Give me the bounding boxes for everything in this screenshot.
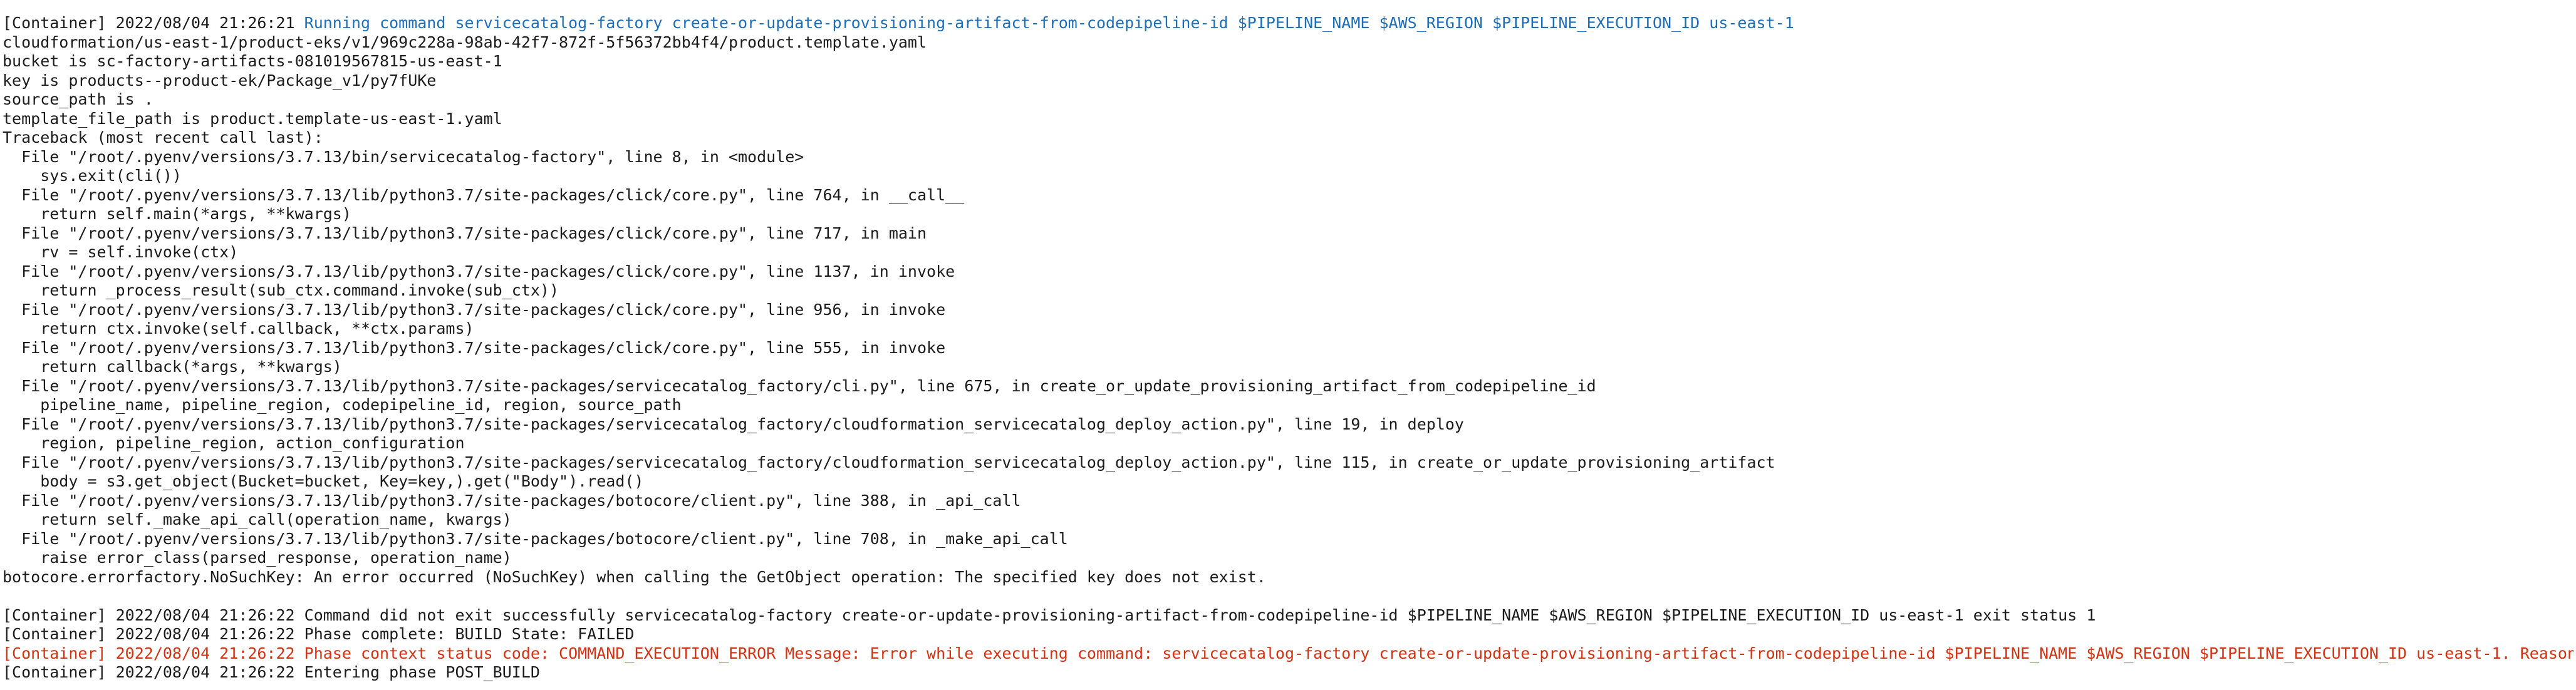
log-line: pipeline_name, pipeline_region, codepipe… <box>3 396 2573 415</box>
log-line: bucket is sc-factory-artifacts-081019567… <box>3 52 2573 71</box>
log-line-text: File "/root/.pyenv/versions/3.7.13/bin/s… <box>3 147 804 166</box>
log-line: region, pipeline_region, action_configur… <box>3 434 2573 453</box>
log-line-text: return _process_result(sub_ctx.command.i… <box>3 281 559 299</box>
log-line-text: bucket is sc-factory-artifacts-081019567… <box>3 52 502 70</box>
log-line-text: cloudformation/us-east-1/product-eks/v1/… <box>3 33 927 51</box>
log-line-text: return callback(*args, **kwargs) <box>3 358 342 376</box>
log-line: File "/root/.pyenv/versions/3.7.13/lib/p… <box>3 415 2573 435</box>
log-line-text: File "/root/.pyenv/versions/3.7.13/lib/p… <box>3 300 946 319</box>
log-line: File "/root/.pyenv/versions/3.7.13/lib/p… <box>3 453 2573 473</box>
log-line: File "/root/.pyenv/versions/3.7.13/lib/p… <box>3 301 2573 320</box>
log-line-text: template_file_path is product.template-u… <box>3 109 502 128</box>
log-line-text: Phase context status code: COMMAND_EXECU… <box>304 644 2573 662</box>
log-line: return ctx.invoke(self.callback, **ctx.p… <box>3 319 2573 339</box>
log-line: [Container] 2022/08/04 21:26:22 Phase co… <box>3 644 2573 664</box>
log-line-text: key is products--product-ek/Package_v1/p… <box>3 71 437 90</box>
log-line-text: File "/root/.pyenv/versions/3.7.13/lib/p… <box>3 262 955 281</box>
log-line-prefix: [Container] 2022/08/04 21:26:22 <box>3 605 304 624</box>
log-line-text: Running command servicecatalog-factory c… <box>304 14 1794 32</box>
log-line-text: Phase complete: BUILD State: FAILED <box>304 625 635 643</box>
log-line: File "/root/.pyenv/versions/3.7.13/lib/p… <box>3 377 2573 396</box>
log-line: File "/root/.pyenv/versions/3.7.13/lib/p… <box>3 186 2573 205</box>
log-line-text: source_path is . <box>3 90 153 108</box>
log-line-text: File "/root/.pyenv/versions/3.7.13/lib/p… <box>3 453 1775 471</box>
log-line-text: Entering phase POST_BUILD <box>304 663 540 681</box>
log-line: return self._make_api_call(operation_nam… <box>3 510 2573 530</box>
log-line: raise error_class(parsed_response, opera… <box>3 548 2573 568</box>
log-line-text: Command did not exit successfully servic… <box>304 605 2096 624</box>
log-line: template_file_path is product.template-u… <box>3 110 2573 129</box>
log-line: botocore.errorfactory.NoSuchKey: An erro… <box>3 568 2573 587</box>
log-line-text: Traceback (most recent call last): <box>3 128 323 147</box>
log-line: [Container] 2022/08/04 21:26:22 Command … <box>3 606 2573 626</box>
log-line: rv = self.invoke(ctx) <box>3 243 2573 262</box>
log-line-text: File "/root/.pyenv/versions/3.7.13/lib/p… <box>3 224 927 242</box>
log-line-text: return ctx.invoke(self.callback, **ctx.p… <box>3 319 474 337</box>
log-line-text: File "/root/.pyenv/versions/3.7.13/lib/p… <box>3 491 1021 510</box>
log-line: return self.main(*args, **kwargs) <box>3 205 2573 224</box>
log-line: File "/root/.pyenv/versions/3.7.13/bin/s… <box>3 148 2573 167</box>
log-line-text: return self._make_api_call(operation_nam… <box>3 510 512 528</box>
log-line: source_path is . <box>3 90 2573 110</box>
log-line-text: File "/root/.pyenv/versions/3.7.13/lib/p… <box>3 529 1068 548</box>
log-line-prefix: [Container] 2022/08/04 21:26:22 <box>3 663 304 681</box>
log-line: key is products--product-ek/Package_v1/p… <box>3 71 2573 91</box>
log-line-text: File "/root/.pyenv/versions/3.7.13/lib/p… <box>3 376 1596 395</box>
log-line-text: body = s3.get_object(Bucket=bucket, Key=… <box>3 472 644 490</box>
log-line: [Container] 2022/08/04 21:26:21 Running … <box>3 14 2573 33</box>
log-line-text: File "/root/.pyenv/versions/3.7.13/lib/p… <box>3 415 1464 433</box>
log-line-prefix: [Container] 2022/08/04 21:26:22 <box>3 644 304 662</box>
log-line-prefix: [Container] 2022/08/04 21:26:22 <box>3 625 304 643</box>
log-line-text: pipeline_name, pipeline_region, codepipe… <box>3 396 682 414</box>
log-line-text: botocore.errorfactory.NoSuchKey: An erro… <box>3 567 1266 586</box>
log-line: cloudformation/us-east-1/product-eks/v1/… <box>3 33 2573 53</box>
log-line: File "/root/.pyenv/versions/3.7.13/lib/p… <box>3 262 2573 282</box>
log-line: return callback(*args, **kwargs) <box>3 358 2573 377</box>
log-line-text: region, pipeline_region, action_configur… <box>3 434 465 452</box>
log-line-text: File "/root/.pyenv/versions/3.7.13/lib/p… <box>3 338 946 357</box>
log-line: Traceback (most recent call last): <box>3 128 2573 148</box>
log-line: [Container] 2022/08/04 21:26:22 Phase co… <box>3 625 2573 644</box>
log-line: File "/root/.pyenv/versions/3.7.13/lib/p… <box>3 339 2573 358</box>
log-line-text: File "/root/.pyenv/versions/3.7.13/lib/p… <box>3 185 965 204</box>
log-line: body = s3.get_object(Bucket=bucket, Key=… <box>3 472 2573 492</box>
log-line-text: rv = self.invoke(ctx) <box>3 243 239 261</box>
log-line-text: return self.main(*args, **kwargs) <box>3 205 351 223</box>
log-line: sys.exit(cli()) <box>3 167 2573 186</box>
log-line-text: raise error_class(parsed_response, opera… <box>3 548 512 567</box>
log-line: [Container] 2022/08/04 21:26:22 Entering… <box>3 663 2573 682</box>
log-line: return _process_result(sub_ctx.command.i… <box>3 281 2573 301</box>
log-line-prefix: [Container] 2022/08/04 21:26:21 <box>3 14 304 32</box>
log-line-text: sys.exit(cli()) <box>3 167 182 185</box>
log-line: File "/root/.pyenv/versions/3.7.13/lib/p… <box>3 530 2573 549</box>
build-log: [Container] 2022/08/04 21:26:21 Running … <box>3 14 2573 682</box>
log-line: File "/root/.pyenv/versions/3.7.13/lib/p… <box>3 224 2573 244</box>
log-line: File "/root/.pyenv/versions/3.7.13/lib/p… <box>3 492 2573 511</box>
